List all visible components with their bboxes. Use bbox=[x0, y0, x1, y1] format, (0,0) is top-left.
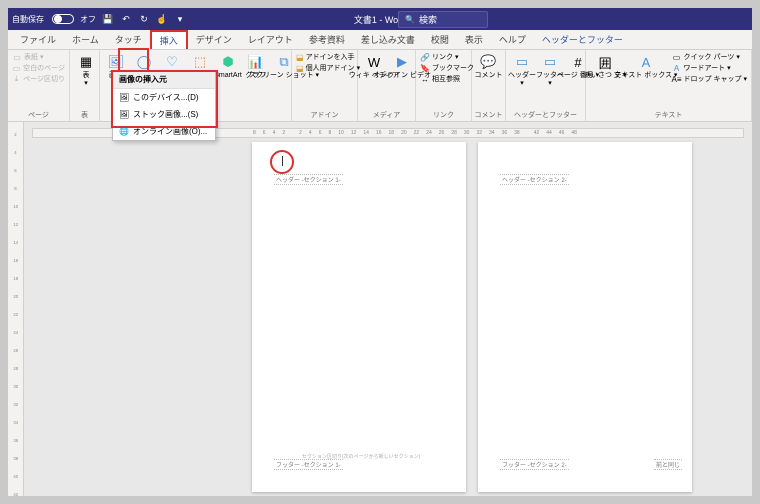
search-icon: 🔍 bbox=[405, 15, 415, 24]
tab-layout[interactable]: レイアウト bbox=[240, 30, 301, 49]
same-as-prev-tag[interactable]: 前と同じ bbox=[654, 459, 682, 470]
link-button[interactable]: 🔗リンク ▾ bbox=[420, 52, 467, 62]
autosave-state: オフ bbox=[80, 14, 96, 25]
page-break-button[interactable]: ⤓ページ区切り bbox=[12, 74, 65, 84]
header-tag-2[interactable]: ヘッダー -セクション 2- bbox=[500, 174, 569, 185]
group-pages: ▭表紙 ▾ ▭空白のページ ⤓ページ区切り ページ bbox=[8, 50, 70, 121]
textbox-button[interactable]: Aテキスト ボックス ▾ bbox=[624, 52, 667, 81]
vertical-ruler: 2468101214161820222426283032343638404244… bbox=[8, 122, 24, 496]
table-button[interactable]: ▦表▾ bbox=[74, 52, 98, 88]
group-addins: ⬓アドインを入手 ⬓個人用アドイン ▾ アドイン bbox=[292, 50, 358, 121]
group-comments: 💬コメント コメント bbox=[472, 50, 506, 121]
blank-page-button[interactable]: ▭空白のページ bbox=[12, 63, 65, 73]
tab-home[interactable]: ホーム bbox=[64, 30, 107, 49]
image-from-device[interactable]: 🖼このデバイス...(D) bbox=[113, 89, 215, 106]
header-tag-1[interactable]: ヘッダー -セクション 1- bbox=[274, 174, 343, 185]
tab-help[interactable]: ヘルプ bbox=[491, 30, 534, 49]
tab-view[interactable]: 表示 bbox=[457, 30, 491, 49]
annotation-cursor-circle bbox=[270, 150, 294, 174]
autosave-toggle[interactable] bbox=[52, 14, 74, 24]
document-canvas[interactable]: 8642246810121416182022242628303234363842… bbox=[24, 122, 752, 496]
group-headerfooter: ▭ヘッダー▾ ▭フッター▾ #ページ 番号 ▾ ヘッダーとフッター bbox=[506, 50, 586, 121]
redo-icon[interactable]: ↻ bbox=[138, 13, 150, 25]
tab-review[interactable]: 校閲 bbox=[423, 30, 457, 49]
tab-mailings[interactable]: 差し込み文書 bbox=[353, 30, 423, 49]
my-addins-button[interactable]: ⬓個人用アドイン ▾ bbox=[296, 63, 353, 73]
image-insert-menu: 画像の挿入元 🖼このデバイス...(D) 🖼ストック画像...(S) 🌐オンライ… bbox=[112, 70, 216, 141]
image-stock[interactable]: 🖼ストック画像...(S) bbox=[113, 106, 215, 123]
bookmark-button[interactable]: 🔖ブックマーク bbox=[420, 63, 467, 73]
header-button[interactable]: ▭ヘッダー▾ bbox=[510, 52, 534, 88]
quickparts-button[interactable]: ▭クイック パーツ ▾ bbox=[672, 52, 747, 62]
smartart-button[interactable]: ⬢SmartArt bbox=[216, 52, 240, 81]
tab-touch[interactable]: タッチ bbox=[107, 30, 150, 49]
image-online[interactable]: 🌐オンライン画像(O)... bbox=[113, 123, 215, 140]
group-links: 🔗リンク ▾ 🔖ブックマーク ↔相互参照 リンク bbox=[416, 50, 472, 121]
tab-insert[interactable]: 挿入 bbox=[150, 30, 188, 49]
tab-headerfooter[interactable]: ヘッダーとフッター bbox=[534, 30, 631, 49]
group-media: Wウィキ ペディア ▶オンライン ビデオ メディア bbox=[358, 50, 416, 121]
comment-button[interactable]: 💬コメント bbox=[476, 52, 501, 81]
crossref-button[interactable]: ↔相互参照 bbox=[420, 74, 467, 84]
ribbon-tabs: ファイル ホーム タッチ 挿入 デザイン レイアウト 参考資料 差し込み文書 校… bbox=[8, 30, 752, 50]
page-1[interactable]: ヘッダー -セクション 1- セクション区切り(次のページから新しいセクション)… bbox=[252, 142, 466, 492]
wordart-button[interactable]: Aワードアート ▾ bbox=[672, 63, 747, 73]
qat-more-icon[interactable]: ▾ bbox=[174, 13, 186, 25]
online-video-button[interactable]: ▶オンライン ビデオ bbox=[390, 52, 414, 81]
group-tables: ▦表▾ 表 bbox=[70, 50, 100, 121]
group-text: 囲あいさつ 文 ▾ Aテキスト ボックス ▾ ▭クイック パーツ ▾ Aワードア… bbox=[586, 50, 752, 121]
save-icon[interactable]: 💾 bbox=[102, 13, 114, 25]
titlebar: 自動保存 オフ 💾 ↶ ↻ ☝ ▾ 文書1 - Word 🔍 検索 bbox=[8, 8, 752, 30]
footer-tag-2[interactable]: フッター -セクション 2- bbox=[500, 459, 569, 470]
touch-icon[interactable]: ☝ bbox=[156, 13, 168, 25]
search-placeholder: 検索 bbox=[419, 13, 437, 26]
footer-button[interactable]: ▭フッター▾ bbox=[538, 52, 562, 88]
undo-icon[interactable]: ↶ bbox=[120, 13, 132, 25]
autosave-label: 自動保存 bbox=[12, 14, 44, 25]
tab-file[interactable]: ファイル bbox=[12, 30, 64, 49]
workspace: 2468101214161820222426283032343638404244… bbox=[8, 122, 752, 496]
dropcap-button[interactable]: A≡ドロップ キャップ ▾ bbox=[672, 74, 747, 84]
tab-references[interactable]: 参考資料 bbox=[301, 30, 353, 49]
search-box[interactable]: 🔍 検索 bbox=[398, 11, 488, 28]
footer-tag-1[interactable]: フッター -セクション 1- bbox=[274, 459, 343, 470]
image-menu-title: 画像の挿入元 bbox=[113, 71, 215, 89]
tab-design[interactable]: デザイン bbox=[188, 30, 240, 49]
page-2[interactable]: ヘッダー -セクション 2- フッター -セクション 2- 前と同じ bbox=[478, 142, 692, 492]
get-addins-button[interactable]: ⬓アドインを入手 bbox=[296, 52, 353, 62]
cover-page-button[interactable]: ▭表紙 ▾ bbox=[12, 52, 65, 62]
